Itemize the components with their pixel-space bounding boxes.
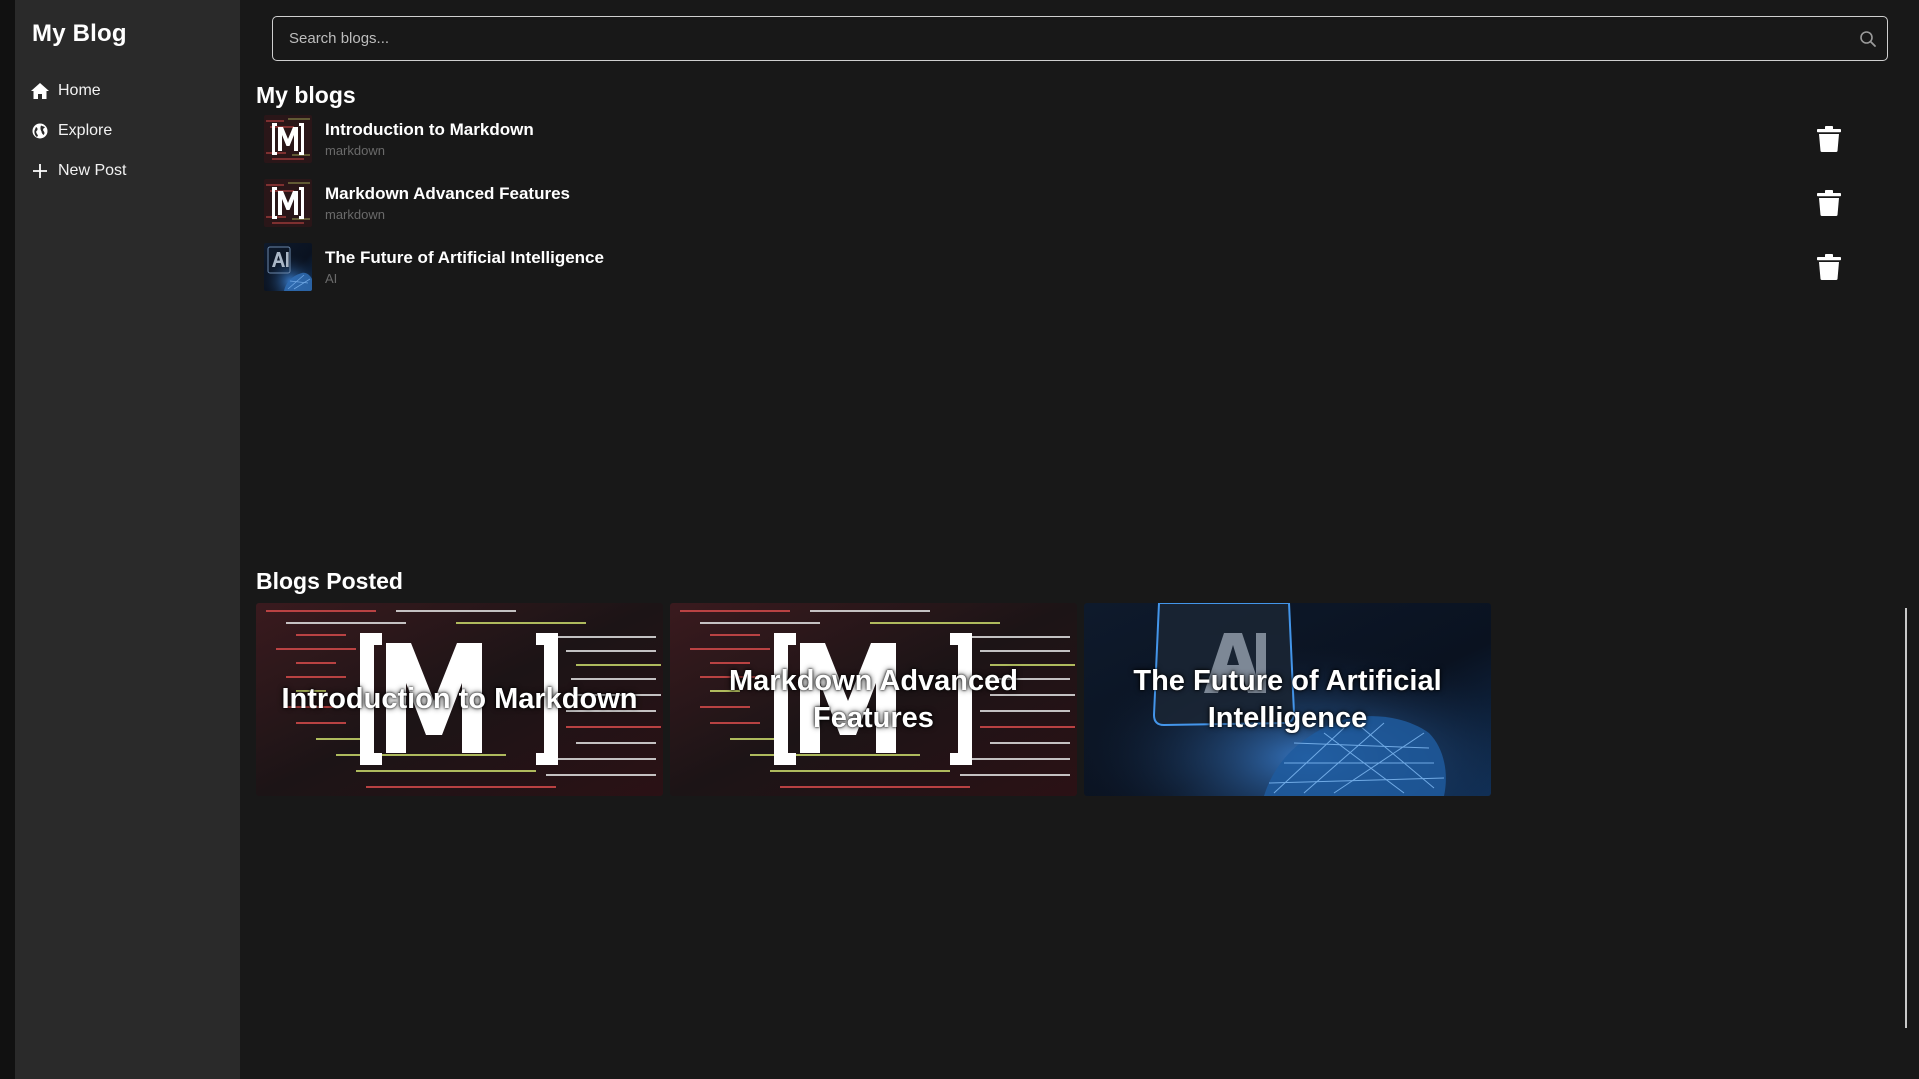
sidebar-item-label: Home — [58, 82, 101, 99]
blog-title[interactable]: Markdown Advanced Features — [325, 183, 570, 204]
list-item: Markdown Advanced Features markdown — [256, 179, 1871, 231]
scrollbar[interactable] — [1905, 608, 1907, 1028]
window-edge — [0, 0, 15, 1079]
card-title: Markdown Advanced Features — [729, 664, 1018, 734]
blog-thumbnail[interactable] — [264, 115, 312, 163]
search-input[interactable] — [273, 17, 1887, 60]
list-item: The Future of Artificial Intelligence AI — [256, 243, 1871, 295]
my-blogs-list: Introduction to Markdown markdown Markdo… — [256, 115, 1893, 295]
app-title: My Blog — [32, 20, 127, 47]
main-content: My blogs — [240, 0, 1919, 1079]
blogs-posted-grid: Introduction to Markdown Markdown Advanc… — [256, 603, 1491, 796]
blog-title[interactable]: The Future of Artificial Intelligence — [325, 247, 604, 268]
plus-icon — [31, 162, 49, 180]
sidebar-item-new-post[interactable]: New Post — [31, 160, 240, 182]
home-icon — [31, 82, 49, 100]
sidebar-item-label: Explore — [58, 122, 113, 139]
blog-card[interactable]: Introduction to Markdown — [256, 603, 663, 796]
card-title: Introduction to Markdown — [281, 683, 638, 715]
sidebar-item-explore[interactable]: Explore — [31, 120, 240, 142]
globe-icon — [31, 122, 49, 140]
blog-card[interactable]: Markdown Advanced Features — [670, 603, 1077, 796]
blog-tag: markdown — [325, 207, 385, 222]
list-item: Introduction to Markdown markdown — [256, 115, 1871, 167]
app-root: My Blog Home Explore New Post Search blo… — [0, 0, 1919, 1079]
trash-icon[interactable] — [1817, 190, 1841, 216]
trash-icon[interactable] — [1817, 126, 1841, 152]
search-icon[interactable] — [1859, 30, 1877, 48]
blog-thumbnail[interactable] — [264, 243, 312, 291]
blogs-posted-heading: Blogs Posted — [256, 568, 403, 594]
my-blogs-heading: My blogs — [256, 82, 356, 108]
card-title: The Future of Artificial Intelligence — [1133, 664, 1442, 734]
sidebar-item-home[interactable]: Home — [31, 80, 240, 102]
blog-tag: markdown — [325, 143, 385, 158]
blog-title[interactable]: Introduction to Markdown — [325, 119, 534, 140]
search-bar — [272, 16, 1888, 61]
blog-card[interactable]: The Future of Artificial Intelligence — [1084, 603, 1491, 796]
sidebar: My Blog Home Explore New Post — [15, 0, 240, 1079]
blog-tag: AI — [325, 271, 338, 286]
sidebar-item-label: New Post — [58, 162, 127, 179]
trash-icon[interactable] — [1817, 254, 1841, 280]
blog-thumbnail[interactable] — [264, 179, 312, 227]
